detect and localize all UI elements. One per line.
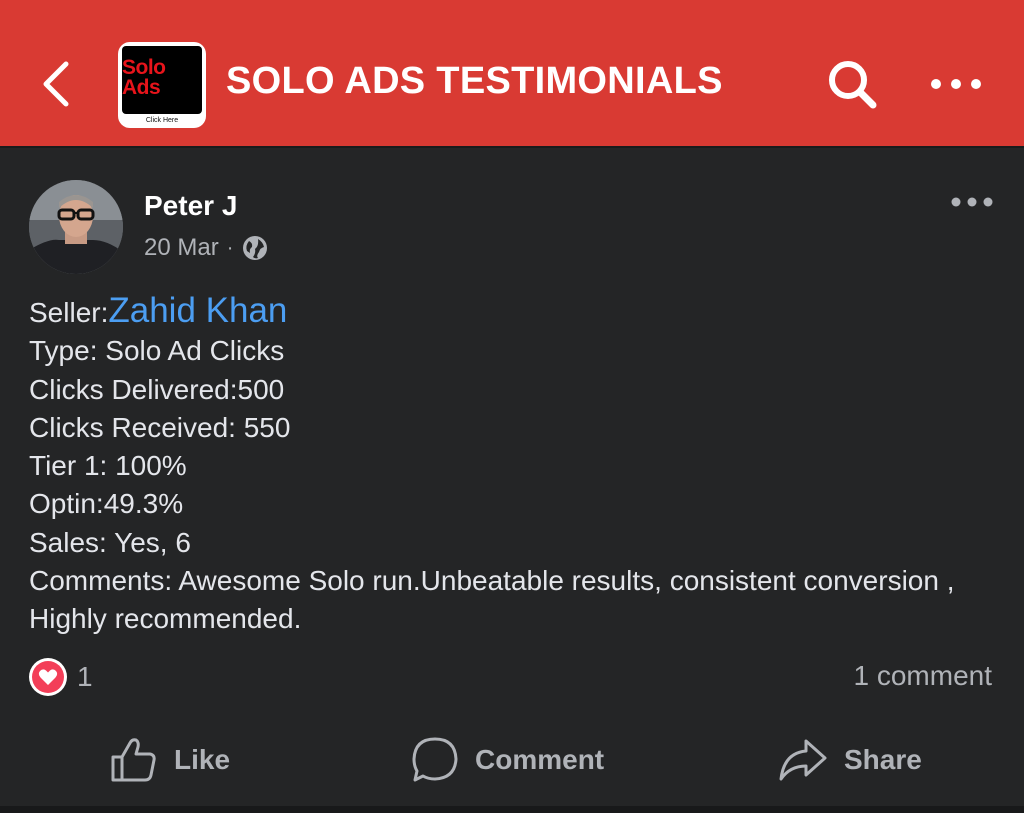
like-button[interactable]: Like: [110, 728, 230, 792]
reactions-summary[interactable]: 1: [29, 658, 93, 696]
optin-line: Optin:49.3%: [29, 488, 184, 520]
post-divider: [0, 806, 1024, 813]
chevron-left-icon: [43, 61, 69, 107]
comment-button[interactable]: Comment: [411, 728, 604, 792]
search-button[interactable]: [826, 58, 880, 112]
share-arrow-icon: [779, 739, 827, 781]
header-more-button[interactable]: [928, 72, 984, 96]
meta-separator: ·: [226, 236, 234, 259]
post-more-button[interactable]: [950, 194, 994, 210]
seller-link[interactable]: Zahid Khan: [108, 291, 287, 330]
group-logo[interactable]: Solo Ads Click Here: [118, 42, 206, 128]
logo-caption: Click Here: [145, 117, 179, 124]
comment-count-link[interactable]: 1 comment: [854, 660, 993, 692]
avatar-photo: [29, 180, 123, 274]
post-text: Seller:Zahid Khan Type: Solo Ad Clicks C…: [29, 291, 989, 639]
seller-line: Seller:Zahid Khan: [29, 291, 989, 332]
action-bar: Like Comment Share: [0, 728, 1024, 792]
clicks-delivered-line: Clicks Delivered:500: [29, 373, 285, 405]
thumbs-up-icon: [111, 738, 156, 782]
group-title[interactable]: SOLO ADS TESTIMONIALS: [226, 60, 723, 103]
author-avatar[interactable]: [29, 180, 123, 274]
logo-text: Solo Ads: [122, 56, 182, 99]
globe-icon: [243, 236, 268, 260]
type-line: Type: Solo Ad Clicks: [29, 335, 285, 367]
logo-text-line-1: Solo: [122, 56, 166, 79]
tier1-line: Tier 1: 100%: [29, 450, 187, 482]
group-header: Solo Ads Click Here SOLO ADS TESTIMONIAL…: [0, 0, 1024, 146]
speech-bubble-icon: [412, 737, 458, 782]
back-button[interactable]: [38, 58, 78, 110]
reaction-badge: [29, 658, 67, 696]
heart-icon: [32, 661, 64, 693]
author-name[interactable]: Peter J: [144, 190, 237, 222]
comment-label: Comment: [475, 744, 605, 775]
post-date[interactable]: 20 Mar: [144, 234, 219, 262]
sales-line: Sales: Yes, 6: [29, 526, 191, 558]
share-button[interactable]: Share: [778, 728, 922, 792]
header-divider: [0, 146, 1024, 148]
comments-line: Comments: Awesome Solo run.Unbeatable re…: [29, 565, 955, 635]
more-horizontal-icon: [931, 79, 981, 89]
post-meta: 20 Mar ·: [144, 234, 269, 262]
reaction-count: 1: [77, 661, 93, 692]
share-label: Share: [844, 744, 922, 775]
search-icon: [829, 61, 877, 109]
logo-text-line-2: Ads: [122, 76, 161, 99]
more-horizontal-icon: [951, 197, 993, 207]
clicks-received-line: Clicks Received: 550: [29, 411, 291, 443]
seller-label: Seller:: [29, 297, 109, 328]
like-label: Like: [174, 744, 231, 775]
